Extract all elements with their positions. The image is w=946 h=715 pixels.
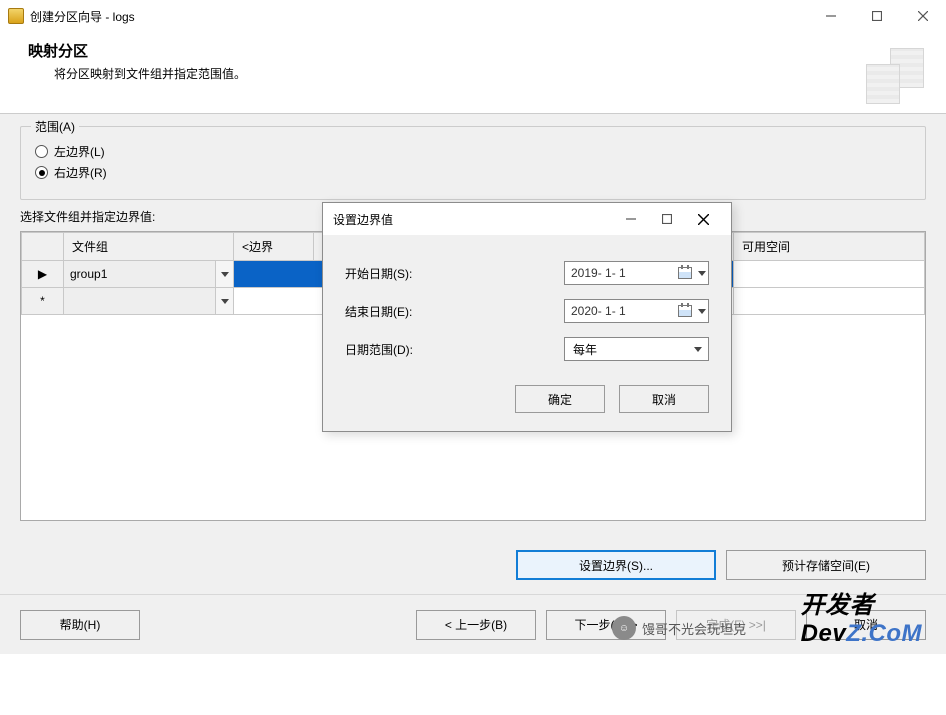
radio-right-boundary[interactable]: 右边界(R)	[35, 164, 911, 181]
window-title: 创建分区向导 - logs	[30, 8, 135, 25]
set-boundary-dialog: 设置边界值 开始日期(S): 2019- 1- 1 结束日期(E):	[322, 202, 732, 432]
wizard-navbar: 帮助(H) < 上一步(B) 下一步(N) > 完成(F) >>| 取消 ☺ 馒…	[0, 594, 946, 654]
dialog-close-button[interactable]	[685, 204, 721, 234]
th-boundary[interactable]: <边界	[234, 233, 314, 261]
chevron-down-icon[interactable]	[696, 309, 708, 314]
radio-icon	[35, 166, 48, 179]
dialog-titlebar: 设置边界值	[323, 203, 731, 235]
start-date-label: 开始日期(S):	[345, 265, 455, 282]
th-available-space[interactable]: 可用空间	[734, 233, 925, 261]
space-cell	[734, 261, 925, 288]
chevron-down-icon[interactable]	[215, 261, 233, 287]
date-range-value: 每年	[565, 341, 688, 358]
range-groupbox: 范围(A) 左边界(L) 右边界(R)	[20, 126, 926, 200]
dialog-minimize-button[interactable]	[613, 204, 649, 234]
header-illustration-icon	[858, 42, 938, 112]
end-date-value: 2020- 1- 1	[565, 304, 674, 318]
help-button[interactable]: 帮助(H)	[20, 610, 140, 640]
minimize-button[interactable]	[808, 0, 854, 32]
chevron-down-icon[interactable]	[696, 271, 708, 276]
filegroup-cell[interactable]	[64, 288, 234, 315]
dialog-title: 设置边界值	[333, 211, 393, 228]
date-range-label: 日期范围(D):	[345, 341, 455, 358]
dialog-ok-button[interactable]: 确定	[515, 385, 605, 413]
radio-right-label: 右边界(R)	[54, 164, 107, 181]
avatar-icon: ☺	[612, 616, 636, 640]
filegroup-cell[interactable]: group1	[64, 261, 234, 288]
brand-watermark: 开发者 DevZ.CoM	[801, 585, 922, 648]
start-date-value: 2019- 1- 1	[565, 266, 674, 280]
th-rowheader	[22, 233, 64, 261]
start-date-input[interactable]: 2019- 1- 1	[564, 261, 709, 285]
radio-icon	[35, 145, 48, 158]
calendar-icon[interactable]	[674, 262, 696, 284]
dialog-cancel-button[interactable]: 取消	[619, 385, 709, 413]
titlebar: 创建分区向导 - logs	[0, 0, 946, 32]
space-cell	[734, 288, 925, 315]
radio-left-boundary[interactable]: 左边界(L)	[35, 143, 911, 160]
calendar-icon[interactable]	[674, 300, 696, 322]
radio-left-label: 左边界(L)	[54, 143, 105, 160]
chevron-down-icon[interactable]	[215, 288, 233, 314]
th-filegroup[interactable]: 文件组	[64, 233, 234, 261]
page-title: 映射分区	[28, 40, 918, 61]
author-watermark: ☺ 馒哥不光会玩坦克	[612, 616, 746, 640]
row-marker: ▶	[22, 261, 64, 288]
range-legend: 范围(A)	[31, 118, 79, 135]
page-subtitle: 将分区映射到文件组并指定范围值。	[54, 65, 918, 82]
set-boundary-button[interactable]: 设置边界(S)...	[516, 550, 716, 580]
end-date-input[interactable]: 2020- 1- 1	[564, 299, 709, 323]
back-button[interactable]: < 上一步(B)	[416, 610, 536, 640]
estimate-storage-button[interactable]: 预计存储空间(E)	[726, 550, 926, 580]
filegroup-value: group1	[64, 267, 215, 281]
wizard-header: 映射分区 将分区映射到文件组并指定范围值。	[0, 32, 946, 114]
close-button[interactable]	[900, 0, 946, 32]
end-date-label: 结束日期(E):	[345, 303, 455, 320]
app-icon	[8, 8, 24, 24]
chevron-down-icon[interactable]	[688, 347, 708, 352]
dialog-maximize-button[interactable]	[649, 204, 685, 234]
row-marker: *	[22, 288, 64, 315]
date-range-select[interactable]: 每年	[564, 337, 709, 361]
maximize-button[interactable]	[854, 0, 900, 32]
